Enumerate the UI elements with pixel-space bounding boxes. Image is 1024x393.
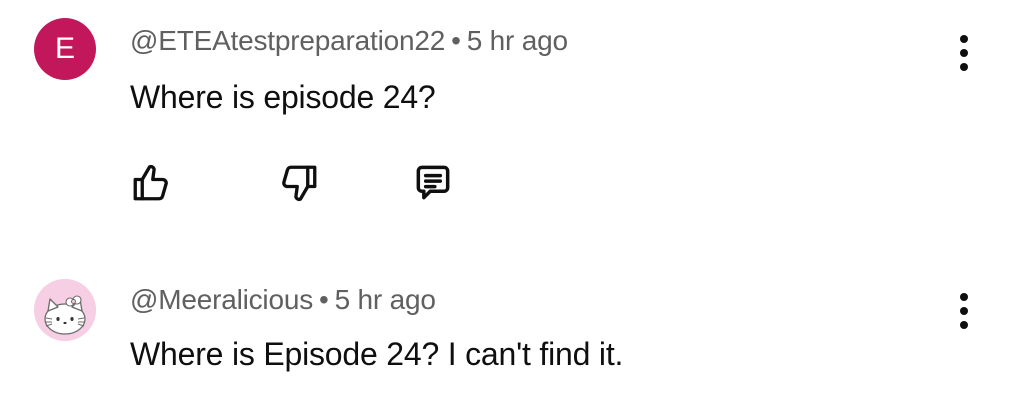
meta-separator: • — [451, 25, 461, 56]
avatar[interactable]: E — [34, 18, 96, 80]
reply-button[interactable] — [408, 158, 458, 208]
avatar-letter: E — [54, 32, 75, 65]
more-vert-icon — [960, 293, 968, 329]
more-vert-icon — [960, 35, 968, 71]
like-button[interactable] — [126, 158, 176, 208]
comment-item: @Meeralicious • 5 hr ago Where is Episode … — [0, 262, 1024, 393]
more-options-button[interactable] — [944, 281, 984, 341]
reply-icon — [416, 165, 450, 200]
thumbs-up-icon — [133, 164, 168, 201]
comment-author[interactable]: @ETEAtestpreparation22 — [130, 25, 445, 56]
meta-separator: • — [319, 284, 329, 315]
comment-text: Where is Episode 24? I can't find it. — [130, 336, 624, 372]
more-options-button[interactable] — [944, 23, 984, 83]
comment-time: 5 hr ago — [466, 25, 568, 56]
comment-item: E @ETEAtestpreparation22 • 5 hr ago Where … — [0, 0, 1024, 230]
comment-author[interactable]: @Meeralicious — [130, 284, 313, 315]
comment-meta: @Meeralicious • 5 hr ago — [130, 284, 436, 316]
comment-meta: @ETEAtestpreparation22 • 5 hr ago — [130, 25, 568, 57]
avatar[interactable] — [34, 279, 96, 341]
hello-kitty-avatar — [34, 279, 96, 341]
comment-time: 5 hr ago — [334, 284, 436, 315]
comment-text: Where is episode 24? — [130, 79, 436, 115]
thumbs-down-icon — [282, 165, 317, 202]
dislike-button[interactable] — [274, 158, 324, 208]
